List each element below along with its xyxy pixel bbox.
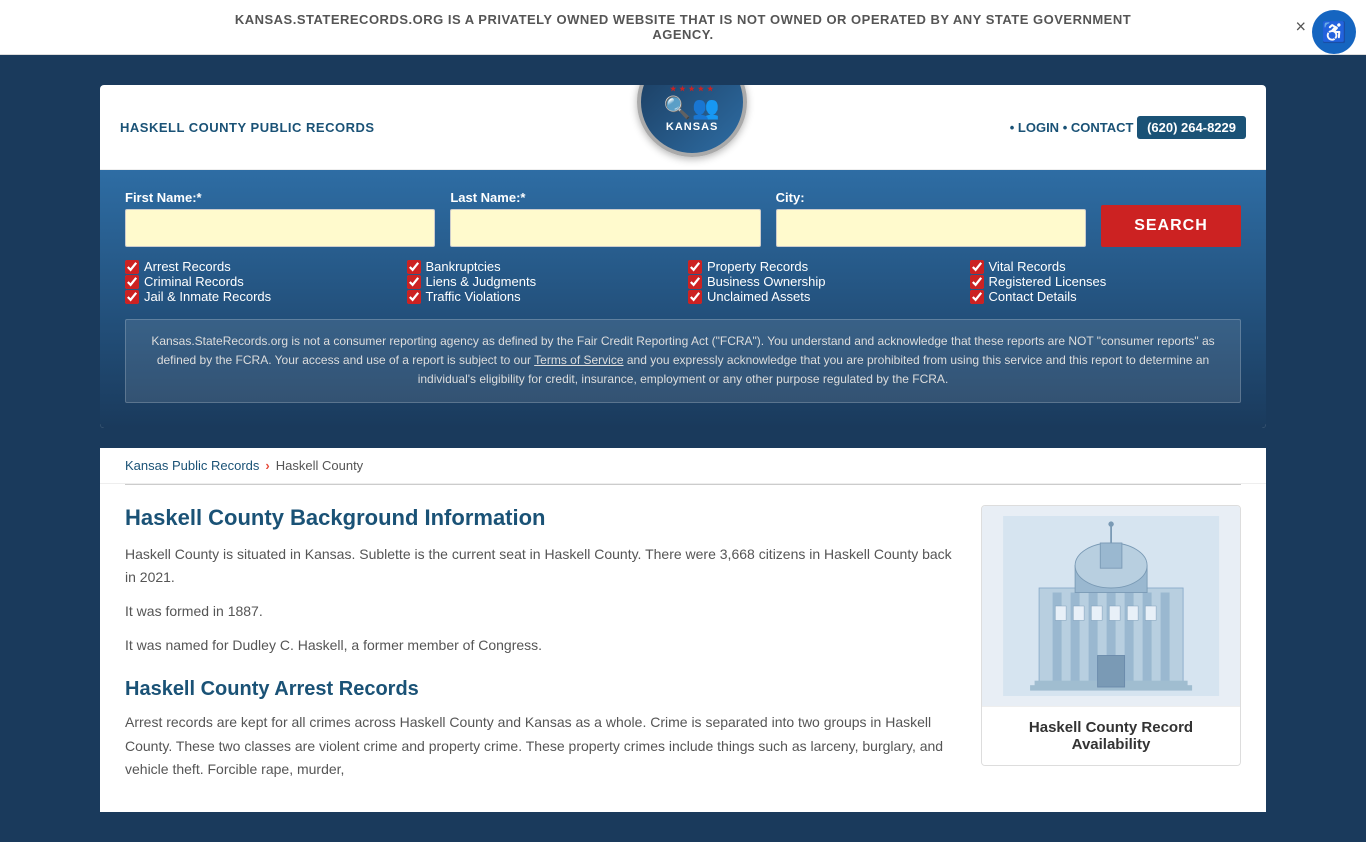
traffic-violations-checkbox[interactable] [407,290,421,304]
building-svg [995,516,1227,696]
phone-number: (620) 264-8229 [1137,116,1246,139]
checkbox-item: Registered Licenses [970,274,1242,289]
checkbox-item: Business Ownership [688,274,960,289]
liens-judgments-checkbox[interactable] [407,275,421,289]
traffic-violations-label: Traffic Violations [426,289,521,304]
property-records-checkbox[interactable] [688,260,702,274]
logo-container: STATE RECORDS ★ ★ ★ ★ ★ 🔍👥 KANSAS [637,85,747,157]
breadcrumb-current: Haskell County [276,458,363,473]
property-records-label: Property Records [707,259,808,274]
logo: STATE RECORDS ★ ★ ★ ★ ★ 🔍👥 KANSAS [637,85,747,157]
logo-search-icon: 🔍👥 [664,95,721,121]
content-sidebar: Haskell County Record Availability [981,505,1241,793]
star-icon: ★ [707,85,714,93]
registered-licenses-checkbox[interactable] [970,275,984,289]
contact-link[interactable]: CONTACT [1071,120,1134,135]
content-body: Haskell County Background Information Ha… [100,485,1266,813]
star-icon: ★ [679,85,686,93]
checkbox-col-3: Property Records Business Ownership Uncl… [688,259,960,304]
last-name-label: Last Name:* [450,190,760,205]
breadcrumb-section: Kansas Public Records › Haskell County [100,448,1266,484]
checkboxes-grid: Arrest Records Criminal Records Jail & I… [125,259,1241,304]
checkbox-item: Bankruptcies [407,259,679,274]
search-button[interactable]: SEARCH [1101,205,1241,247]
checkbox-col-2: Bankruptcies Liens & Judgments Traffic V… [407,259,679,304]
bankruptcies-label: Bankruptcies [426,259,501,274]
search-fields: First Name:* Last Name:* City: SEARCH [125,190,1241,247]
logo-stars: ★ ★ ★ ★ ★ [670,85,714,93]
bg-para-3: It was named for Dudley C. Haskell, a fo… [125,634,961,658]
checkbox-item: Traffic Violations [407,289,679,304]
sidebar-card-title: Haskell County Record Availability [982,706,1240,765]
arrest-records-checkbox[interactable] [125,260,139,274]
first-name-group: First Name:* [125,190,435,247]
content-section: Kansas Public Records › Haskell County H… [100,448,1266,813]
checkbox-col-1: Arrest Records Criminal Records Jail & I… [125,259,397,304]
city-input[interactable] [776,209,1086,247]
checkbox-item: Unclaimed Assets [688,289,960,304]
sidebar-image [982,506,1240,706]
first-name-input[interactable] [125,209,435,247]
unclaimed-assets-checkbox[interactable] [688,290,702,304]
content-main: Haskell County Background Information Ha… [125,505,961,793]
top-banner: KANSAS.STATERECORDS.ORG IS A PRIVATELY O… [0,0,1366,55]
checkbox-item: Jail & Inmate Records [125,289,397,304]
banner-text: KANSAS.STATERECORDS.ORG IS A PRIVATELY O… [233,12,1133,42]
disclaimer: Kansas.StateRecords.org is not a consume… [125,319,1241,403]
header-nav: • LOGIN • CONTACT (620) 264-8229 [1010,120,1246,135]
site-name: HASKELL COUNTY PUBLIC RECORDS [120,120,375,135]
unclaimed-assets-label: Unclaimed Assets [707,289,810,304]
bullet-dot: • [1010,120,1018,135]
bg-para-1: Haskell County is situated in Kansas. Su… [125,543,961,591]
checkbox-col-4: Vital Records Registered Licenses Contac… [970,259,1242,304]
vital-records-checkbox[interactable] [970,260,984,274]
business-ownership-checkbox[interactable] [688,275,702,289]
checkbox-item: Vital Records [970,259,1242,274]
header-top: HASKELL COUNTY PUBLIC RECORDS STATE RECO… [100,85,1266,170]
logo-state: KANSAS [666,121,718,133]
accessibility-icon: ♿ [1322,20,1347,45]
criminal-records-label: Criminal Records [144,274,244,289]
arrest-records-label: Arrest Records [144,259,231,274]
city-label: City: [776,190,1086,205]
liens-judgments-label: Liens & Judgments [426,274,537,289]
business-ownership-label: Business Ownership [707,274,826,289]
breadcrumb-separator: › [265,458,269,473]
header-card: HASKELL COUNTY PUBLIC RECORDS STATE RECO… [100,85,1266,428]
jail-inmate-records-checkbox[interactable] [125,290,139,304]
last-name-input[interactable] [450,209,760,247]
bullet-dot: • [1063,120,1071,135]
star-icon: ★ [670,85,677,93]
contact-details-checkbox[interactable] [970,290,984,304]
checkbox-item: Property Records [688,259,960,274]
breadcrumb-link[interactable]: Kansas Public Records [125,458,259,473]
city-group: City: [776,190,1086,247]
jail-inmate-records-label: Jail & Inmate Records [144,289,271,304]
star-icon: ★ [689,85,696,93]
banner-close-button[interactable]: × [1295,17,1306,38]
last-name-group: Last Name:* [450,190,760,247]
checkbox-item: Liens & Judgments [407,274,679,289]
accessibility-button[interactable]: ♿ [1312,10,1356,54]
bg-section-title: Haskell County Background Information [125,505,961,531]
sidebar-card: Haskell County Record Availability [981,505,1241,766]
vital-records-label: Vital Records [989,259,1066,274]
login-link[interactable]: LOGIN [1018,120,1059,135]
star-icon: ★ [698,85,705,93]
search-section: First Name:* Last Name:* City: SEARCH [100,170,1266,428]
criminal-records-checkbox[interactable] [125,275,139,289]
checkbox-item: Criminal Records [125,274,397,289]
tos-link[interactable]: Terms of Service [534,353,623,367]
checkbox-item: Contact Details [970,289,1242,304]
first-name-label: First Name:* [125,190,435,205]
breadcrumb: Kansas Public Records › Haskell County [125,458,1241,473]
checkbox-item: Arrest Records [125,259,397,274]
bg-para-2: It was formed in 1887. [125,600,961,624]
contact-details-label: Contact Details [989,289,1077,304]
bankruptcies-checkbox[interactable] [407,260,421,274]
arrest-para: Arrest records are kept for all crimes a… [125,711,961,782]
registered-licenses-label: Registered Licenses [989,274,1107,289]
arrest-section-title: Haskell County Arrest Records [125,678,961,701]
main-wrapper: HASKELL COUNTY PUBLIC RECORDS STATE RECO… [0,55,1366,842]
